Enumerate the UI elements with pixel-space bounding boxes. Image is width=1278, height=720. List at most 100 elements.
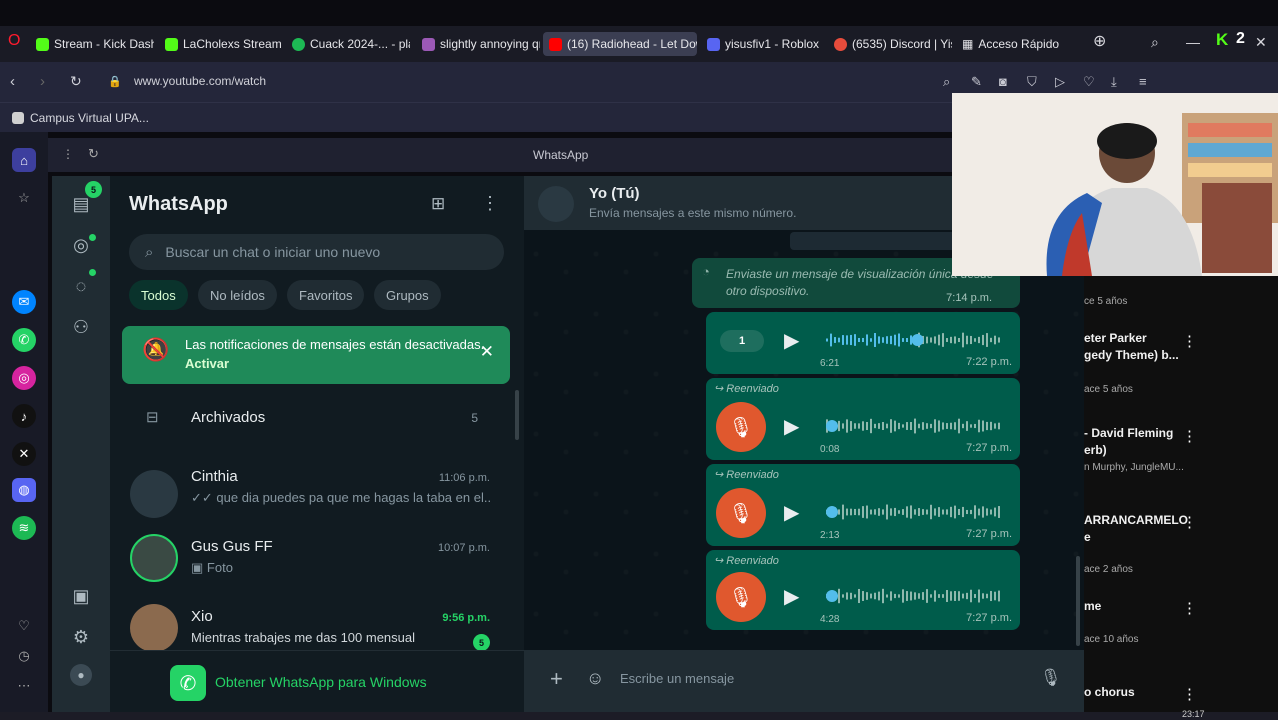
zoom-icon[interactable]: ⌕ <box>943 74 950 90</box>
close-icon[interactable]: ✕ <box>480 342 494 361</box>
more-icon[interactable]: ⋯ <box>12 674 36 698</box>
search-input[interactable]: ⌕ Buscar un chat o iniciar uno nuevo <box>129 234 504 270</box>
waveform[interactable] <box>826 502 1002 522</box>
close-window-button[interactable]: ✕ <box>1255 34 1267 51</box>
bell-off-icon: 🔕 <box>142 337 170 362</box>
discord-icon[interactable]: ◍ <box>12 478 36 502</box>
heart-icon[interactable]: ♡ <box>1083 74 1095 90</box>
menu-kebab-icon[interactable]: ⋮ <box>481 193 499 214</box>
tab-acceso-rapido[interactable]: ▦ Acceso Rápido <box>960 32 1060 56</box>
photo-icon: ▣ <box>191 560 207 575</box>
new-tab-button[interactable]: ⊕ <box>1093 31 1106 51</box>
video-menu-icon[interactable]: ⋮ <box>1182 332 1197 350</box>
video-title[interactable]: - David Fleming erb) <box>1084 425 1173 459</box>
notifications-text: Las notificaciones de mensajes están des… <box>185 337 485 352</box>
reload-icon[interactable]: ↻ <box>70 73 82 90</box>
communities-icon[interactable]: ⚇ <box>68 314 94 340</box>
settings-gear-icon[interactable]: ⚙ <box>68 624 94 650</box>
tiktok-icon[interactable]: ♪ <box>12 404 36 428</box>
message-input[interactable]: Escribe un mensaje <box>620 671 734 686</box>
video-menu-icon[interactable]: ⋮ <box>1182 427 1197 445</box>
whatsapp-nav-rail: ▤ 5 ◎ ◌ ⚇ ▣ ⚙ ● <box>52 176 110 712</box>
panel-header: ⋮ ↻ WhatsApp <box>48 138 1084 172</box>
kick-extension-icon[interactable]: K <box>1216 30 1228 50</box>
sticker-icon[interactable]: ☺ <box>586 668 604 689</box>
scrollbar[interactable] <box>515 390 519 440</box>
video-title[interactable]: ARRANCARMELO e <box>1084 512 1188 546</box>
grid-icon: ▦ <box>962 37 974 51</box>
play-button[interactable]: ▶ <box>784 500 799 525</box>
menu-icon[interactable]: ≡ <box>1139 74 1147 89</box>
video-title[interactable]: me <box>1084 598 1101 615</box>
forward-icon[interactable]: › <box>40 73 45 90</box>
channels-icon[interactable]: ◌ <box>68 273 94 299</box>
webcam-person-image <box>1046 113 1278 276</box>
whatsapp-icon[interactable]: ✆ <box>12 328 36 352</box>
filter-no-leidos[interactable]: No leídos <box>198 280 277 310</box>
notifications-banner: 🔕 Las notificaciones de mensajes están d… <box>122 326 510 384</box>
video-menu-icon[interactable]: ⋮ <box>1182 599 1197 617</box>
edit-icon[interactable]: ✎ <box>971 74 982 90</box>
filter-favoritos[interactable]: Favoritos <box>287 280 365 310</box>
opera-logo-icon[interactable]: O <box>8 32 20 50</box>
tab-roblox[interactable]: yisusfiv1 - Roblox <box>705 32 819 56</box>
media-thumbnail[interactable] <box>790 232 960 250</box>
panel-reload-icon[interactable]: ↻ <box>88 146 99 162</box>
waveform[interactable] <box>826 416 1002 436</box>
url-field[interactable]: www.youtube.com/watch <box>134 74 266 88</box>
video-menu-icon[interactable]: ⋮ <box>1182 685 1197 703</box>
tab-discord[interactable]: (6535) Discord | Yisu <box>832 32 952 56</box>
profile-avatar[interactable]: ● <box>70 664 92 686</box>
media-icon[interactable]: ▣ <box>68 583 94 609</box>
tab-slightly-annoying[interactable]: slightly annoying qr <box>420 32 540 56</box>
play-button[interactable]: ▶ <box>784 328 799 353</box>
messenger-icon[interactable]: ✉ <box>12 290 36 314</box>
x-icon[interactable]: ✕ <box>12 442 36 466</box>
tab-kick-dashboard[interactable]: Stream - Kick Dashb <box>34 32 154 56</box>
download-icon[interactable]: ⤓ <box>1111 74 1117 90</box>
activar-link[interactable]: Activar <box>185 356 229 371</box>
chat-list-panel: WhatsApp ⊞ ⋮ ⌕ Buscar un chat o iniciar … <box>110 176 524 712</box>
camera-icon[interactable]: ◙ <box>999 74 1007 89</box>
waveform[interactable] <box>826 330 1002 350</box>
archived-label: Archivados <box>191 409 266 426</box>
new-chat-icon[interactable]: ⊞ <box>431 194 445 214</box>
star-icon[interactable]: ☆ <box>12 186 36 210</box>
archived-row[interactable]: ⊟ Archivados 5 <box>110 398 524 438</box>
panel-menu-icon[interactable]: ⋮ <box>62 147 74 161</box>
waveform-scrubber <box>826 420 838 432</box>
spotify-icon[interactable]: ≋ <box>12 516 36 540</box>
tab-lacholexs[interactable]: LaCholexs Stream - <box>163 32 281 56</box>
filter-grupos[interactable]: Grupos <box>374 280 441 310</box>
lock-icon: 🔒 <box>108 76 122 88</box>
mic-icon[interactable]: 🎙 <box>1040 668 1062 688</box>
chat-row-gus-gus-ff[interactable]: Gus Gus FF 10:07 p.m. ▣ Foto <box>110 530 510 600</box>
heart-icon[interactable]: ♡ <box>12 614 36 638</box>
message-time: 7:27 p.m. <box>966 528 1012 540</box>
filter-todos[interactable]: Todos <box>129 280 188 310</box>
conversation-scrollbar[interactable] <box>1076 556 1080 646</box>
video-menu-icon[interactable]: ⋮ <box>1182 513 1197 531</box>
instagram-icon[interactable]: ◎ <box>12 366 36 390</box>
chat-row-cinthia[interactable]: Cinthia 11:06 p.m. ✓✓ que dia puedes pa … <box>110 460 510 530</box>
shield-icon[interactable]: ⛉ <box>1027 74 1037 90</box>
video-title[interactable]: eter Parker gedy Theme) b... <box>1084 330 1179 364</box>
minimize-button[interactable]: — <box>1186 34 1200 50</box>
play-button[interactable]: ▶ <box>784 584 799 609</box>
bookmark-campus-virtual[interactable]: Campus Virtual UPA... <box>12 111 149 125</box>
home-icon[interactable]: ⌂ <box>12 148 36 172</box>
play-button[interactable]: ▶ <box>784 414 799 439</box>
tab-cuack[interactable]: Cuack 2024-... - play <box>290 32 410 56</box>
waveform[interactable] <box>826 586 1002 606</box>
player-icon[interactable]: ▷ <box>1055 74 1065 90</box>
playback-speed-button[interactable]: 1 <box>720 330 764 352</box>
video-title[interactable]: o chorus <box>1084 684 1135 701</box>
tab-radiohead-youtube[interactable]: (16) Radiohead - Let Down <box>543 32 697 56</box>
avatar <box>130 534 178 582</box>
search-tabs-icon[interactable]: ⌕ <box>1151 34 1159 51</box>
back-icon[interactable]: ‹ <box>10 73 15 90</box>
get-whatsapp-banner[interactable]: ✆ Obtener WhatsApp para Windows <box>110 650 524 712</box>
attach-plus-icon[interactable]: + <box>550 666 563 692</box>
tab-bar: O Stream - Kick Dashb LaCholexs Stream -… <box>0 26 1278 62</box>
history-icon[interactable]: ◷ <box>12 644 36 668</box>
